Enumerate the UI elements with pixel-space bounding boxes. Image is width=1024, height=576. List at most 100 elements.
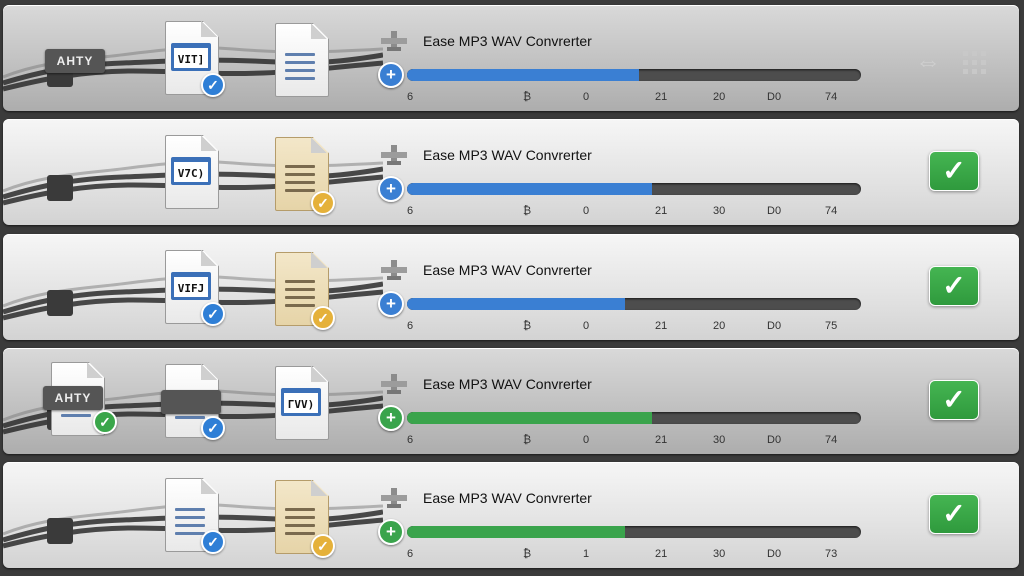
- tick-label: 6: [407, 205, 414, 217]
- tick-label: 21: [655, 548, 668, 560]
- input-blue-badge: ✓: [201, 416, 225, 440]
- output-file-icon-fold: [311, 366, 327, 382]
- input-file-icon[interactable]: V7C): [165, 135, 219, 209]
- input-blue-badge: ✓: [201, 530, 225, 554]
- tick-label: 20: [713, 320, 726, 332]
- input-file-icon-label: VΙΤ]: [171, 43, 211, 71]
- tick-label: 6: [407, 320, 414, 332]
- add-button[interactable]: +: [378, 291, 404, 317]
- progress-tick-labels: 6 ₿ 0 21 30 D0 74: [407, 434, 861, 448]
- tick-label: 30: [713, 434, 726, 446]
- input-blue-badge: ✓: [201, 73, 225, 97]
- tick-label: 75: [825, 320, 838, 332]
- converter-title: Ease MP3 WAV Convrerter: [423, 33, 592, 49]
- conversion-row: VΙFJ ✓ ✓ Ease MP3 WAV Convrerter +6 ₿ 0 21 20 D0 7…: [3, 234, 1019, 340]
- tick-label: 73: [825, 548, 838, 560]
- cable-plug: [47, 518, 73, 544]
- tick-label: 0: [583, 320, 590, 332]
- usb-plug-icon: [379, 374, 409, 394]
- progress-fill: [407, 412, 653, 424]
- tick-label: 21: [655, 91, 668, 103]
- progress-tick-labels: 6 ₿ 0 21 20 D0 74: [407, 91, 861, 105]
- converter-title: Ease MP3 WAV Convrerter: [423, 490, 592, 506]
- progress-fill: [407, 526, 625, 538]
- input-file-icon-fold: [201, 250, 217, 266]
- progress-bar: [407, 69, 861, 81]
- checkmark-icon: ✓: [942, 155, 966, 186]
- tick-label: 21: [655, 434, 668, 446]
- progress-bar: [407, 298, 861, 310]
- tick-label: D0: [767, 91, 782, 103]
- grid-icon[interactable]: [963, 51, 987, 75]
- tick-label: 1: [583, 548, 590, 560]
- input-file-icon-fold: [201, 364, 217, 380]
- usb-plug-icon: [379, 145, 409, 165]
- output-file-icon-fold: [311, 252, 327, 268]
- tick-label: 21: [655, 205, 668, 217]
- checkmark-icon: ✓: [942, 270, 966, 301]
- converter-title: Ease MP3 WAV Convrerter: [423, 262, 592, 278]
- add-button[interactable]: +: [378, 519, 404, 545]
- progress-fill: [407, 298, 625, 310]
- tick-label: ₿: [523, 205, 532, 217]
- conversion-row: ✓ ✓ Ease MP3 WAV Convrerter +6 ₿ 1 21 30 D0 73 ✓: [3, 462, 1019, 568]
- progress-bar: [407, 412, 861, 424]
- tick-label: D0: [767, 434, 782, 446]
- output-file-icon[interactable]: [275, 23, 329, 97]
- converter-title: Ease MP3 WAV Convrerter: [423, 376, 592, 392]
- input-file-icon-lines: [175, 508, 205, 540]
- input-file-icon-fold: [201, 21, 217, 37]
- progress-tick-labels: 6 ₿ 1 21 30 D0 73: [407, 548, 861, 562]
- add-button[interactable]: +: [378, 176, 404, 202]
- progress-tick-labels: 6 ₿ 0 21 20 D0 75: [407, 320, 861, 334]
- checkmark-icon: ✓: [942, 384, 966, 415]
- output-file-icon-lines: [285, 280, 315, 312]
- cable-plug: [47, 175, 73, 201]
- input-file-icon-fold: [201, 478, 217, 494]
- tick-label: 30: [713, 548, 726, 560]
- output-gold-badge: ✓: [311, 534, 335, 558]
- complete-check-button[interactable]: ✓: [929, 151, 979, 191]
- output-file-icon-label: ΓVV): [281, 388, 321, 416]
- tick-label: 74: [825, 434, 838, 446]
- tick-label: ₿: [523, 548, 532, 560]
- progress-fill: [407, 69, 639, 81]
- progress-bar: [407, 183, 861, 195]
- output-file-icon-fold: [311, 23, 327, 39]
- output-file-icon-lines: [285, 165, 315, 197]
- tick-label: ₿: [523, 91, 532, 103]
- progress-bar: [407, 526, 861, 538]
- input-file-icon-label: VΙFJ: [171, 272, 211, 300]
- tick-label: 21: [655, 320, 668, 332]
- checkmark-icon: ✓: [942, 498, 966, 529]
- add-button[interactable]: +: [378, 405, 404, 431]
- output-file-icon[interactable]: ΓVV): [275, 366, 329, 440]
- conversion-row: ΑΗΤΥ VΙΤ] ✓ Ease MP3 WAV Convrerter +6 ₿ 0 21 20…: [3, 5, 1019, 111]
- complete-check-button[interactable]: ✓: [929, 266, 979, 306]
- input-blue-badge: ✓: [201, 302, 225, 326]
- output-file-icon-fold: [311, 480, 327, 496]
- input-file-icon-label: V7C): [171, 157, 211, 185]
- progress-tick-labels: 6 ₿ 0 21 30 D0 74: [407, 205, 861, 219]
- converter-title: Ease MP3 WAV Convrerter: [423, 147, 592, 163]
- output-gold-badge: ✓: [311, 191, 335, 215]
- add-button[interactable]: +: [378, 62, 404, 88]
- tick-label: D0: [767, 548, 782, 560]
- usb-plug-icon: [379, 31, 409, 51]
- tick-label: 74: [825, 91, 838, 103]
- tick-label: ₿: [523, 320, 532, 332]
- conversion-queue: ΑΗΤΥ VΙΤ] ✓ Ease MP3 WAV Convrerter +6 ₿ 0 21 20…: [0, 0, 1024, 576]
- tick-label: 0: [583, 205, 590, 217]
- tick-label: 6: [407, 91, 414, 103]
- complete-check-button[interactable]: ✓: [929, 380, 979, 420]
- output-gold-badge: ✓: [311, 306, 335, 330]
- complete-check-button[interactable]: ✓: [929, 494, 979, 534]
- tick-label: 0: [583, 91, 590, 103]
- input-file-icon-fold: [201, 135, 217, 151]
- tick-label: 74: [825, 205, 838, 217]
- tick-label: 6: [407, 434, 414, 446]
- source-file-icon-fold: [87, 362, 103, 378]
- swap-arrows-icon[interactable]: ⇔: [911, 48, 945, 74]
- source-green-badge: ✓: [93, 410, 117, 434]
- output-file-icon-fold: [311, 137, 327, 153]
